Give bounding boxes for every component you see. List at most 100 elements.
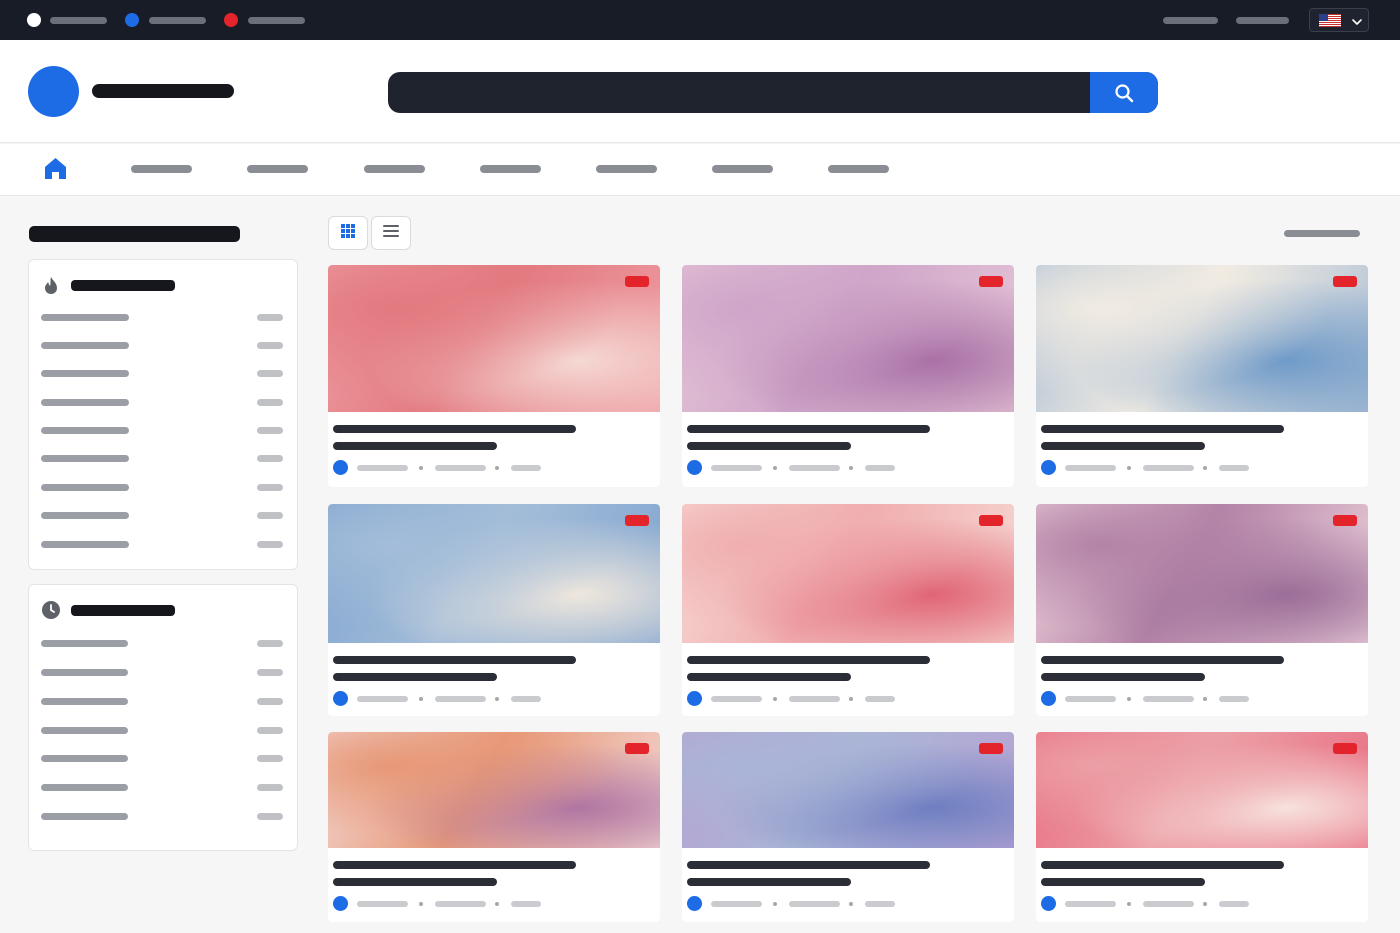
card-title-line2[interactable] xyxy=(687,673,851,681)
sidebar-row[interactable] xyxy=(41,427,283,435)
channel-name[interactable] xyxy=(711,465,762,471)
channel-avatar[interactable] xyxy=(1041,460,1056,475)
nav-item[interactable] xyxy=(364,165,425,173)
card-title-line2[interactable] xyxy=(1041,878,1205,886)
sidebar-row[interactable] xyxy=(41,512,283,520)
topbar-link[interactable] xyxy=(248,17,305,24)
card-title[interactable] xyxy=(333,861,576,869)
sort-control[interactable] xyxy=(1284,230,1360,237)
topbar-link[interactable] xyxy=(149,17,206,24)
channel-name[interactable] xyxy=(357,696,408,702)
card-thumbnail[interactable] xyxy=(1036,265,1368,412)
upload-time xyxy=(511,901,541,907)
card-title[interactable] xyxy=(333,656,576,664)
channel-avatar[interactable] xyxy=(333,460,348,475)
card-meta xyxy=(687,691,1007,707)
channel-avatar[interactable] xyxy=(687,460,702,475)
grid-view-button[interactable] xyxy=(328,216,368,250)
video-card[interactable] xyxy=(1036,504,1368,716)
card-thumbnail[interactable] xyxy=(328,504,660,643)
brand-name[interactable] xyxy=(92,84,234,98)
card-title[interactable] xyxy=(687,425,930,433)
brand-logo[interactable] xyxy=(28,66,79,117)
sidebar-row[interactable] xyxy=(41,640,283,648)
card-thumbnail[interactable] xyxy=(328,265,660,412)
topbar-right-link[interactable] xyxy=(1163,17,1218,24)
search-button[interactable] xyxy=(1090,72,1158,113)
card-title[interactable] xyxy=(687,861,930,869)
nav-item[interactable] xyxy=(247,165,308,173)
topbar-link[interactable] xyxy=(50,17,107,24)
sidebar-row[interactable] xyxy=(41,399,283,407)
card-title[interactable] xyxy=(1041,861,1284,869)
channel-name[interactable] xyxy=(1065,465,1116,471)
topbar-right-link[interactable] xyxy=(1236,17,1289,24)
channel-avatar[interactable] xyxy=(687,896,702,911)
video-card[interactable] xyxy=(328,504,660,716)
card-title[interactable] xyxy=(333,425,576,433)
card-title-line2[interactable] xyxy=(1041,673,1205,681)
separator-dot xyxy=(849,466,853,470)
card-title[interactable] xyxy=(1041,425,1284,433)
nav-item[interactable] xyxy=(596,165,657,173)
card-title[interactable] xyxy=(1041,656,1284,664)
sidebar-row[interactable] xyxy=(41,484,283,492)
channel-avatar[interactable] xyxy=(687,691,702,706)
channel-name[interactable] xyxy=(357,901,408,907)
channel-name[interactable] xyxy=(1065,696,1116,702)
sidebar-row[interactable] xyxy=(41,669,283,677)
separator-dot xyxy=(495,902,499,906)
card-meta xyxy=(333,896,653,912)
video-card[interactable] xyxy=(328,732,660,922)
video-card[interactable] xyxy=(682,732,1014,922)
home-icon[interactable] xyxy=(43,156,68,181)
channel-name[interactable] xyxy=(711,901,762,907)
list-view-button[interactable] xyxy=(371,216,411,250)
sidebar-row[interactable] xyxy=(41,698,283,706)
sidebar-row[interactable] xyxy=(41,342,283,350)
panel-title xyxy=(71,280,175,291)
channel-avatar[interactable] xyxy=(333,896,348,911)
channel-name[interactable] xyxy=(357,465,408,471)
card-title-line2[interactable] xyxy=(687,878,851,886)
channel-name[interactable] xyxy=(1065,901,1116,907)
video-card[interactable] xyxy=(1036,732,1368,922)
search-bar xyxy=(388,72,1158,113)
card-title-line2[interactable] xyxy=(687,442,851,450)
search-input[interactable] xyxy=(388,72,1090,113)
sidebar-row[interactable] xyxy=(41,314,283,322)
channel-avatar[interactable] xyxy=(1041,691,1056,706)
sidebar-row[interactable] xyxy=(41,455,283,463)
nav-item[interactable] xyxy=(480,165,541,173)
channel-avatar[interactable] xyxy=(1041,896,1056,911)
nav-item[interactable] xyxy=(131,165,192,173)
nav-item[interactable] xyxy=(828,165,889,173)
card-title-line2[interactable] xyxy=(333,878,497,886)
card-title[interactable] xyxy=(687,656,930,664)
sidebar-row[interactable] xyxy=(41,370,283,378)
card-title-line2[interactable] xyxy=(333,673,497,681)
sidebar-row[interactable] xyxy=(41,727,283,735)
language-selector[interactable] xyxy=(1309,8,1369,32)
channel-name[interactable] xyxy=(711,696,762,702)
card-thumbnail[interactable] xyxy=(682,732,1014,848)
sidebar-row[interactable] xyxy=(41,755,283,763)
sidebar-row[interactable] xyxy=(41,813,283,821)
card-thumbnail[interactable] xyxy=(682,265,1014,412)
card-thumbnail[interactable] xyxy=(682,504,1014,643)
sidebar-row[interactable] xyxy=(41,541,283,549)
card-thumbnail[interactable] xyxy=(1036,732,1368,848)
video-card[interactable] xyxy=(682,265,1014,487)
video-card[interactable] xyxy=(328,265,660,487)
nav-item[interactable] xyxy=(712,165,773,173)
sidebar-row[interactable] xyxy=(41,784,283,792)
channel-avatar[interactable] xyxy=(333,691,348,706)
upload-time xyxy=(865,696,895,702)
card-thumbnail[interactable] xyxy=(328,732,660,848)
video-card[interactable] xyxy=(1036,265,1368,487)
card-thumbnail[interactable] xyxy=(1036,504,1368,643)
card-title-line2[interactable] xyxy=(1041,442,1205,450)
video-card[interactable] xyxy=(682,504,1014,716)
card-title-line2[interactable] xyxy=(333,442,497,450)
view-count xyxy=(1143,465,1194,471)
